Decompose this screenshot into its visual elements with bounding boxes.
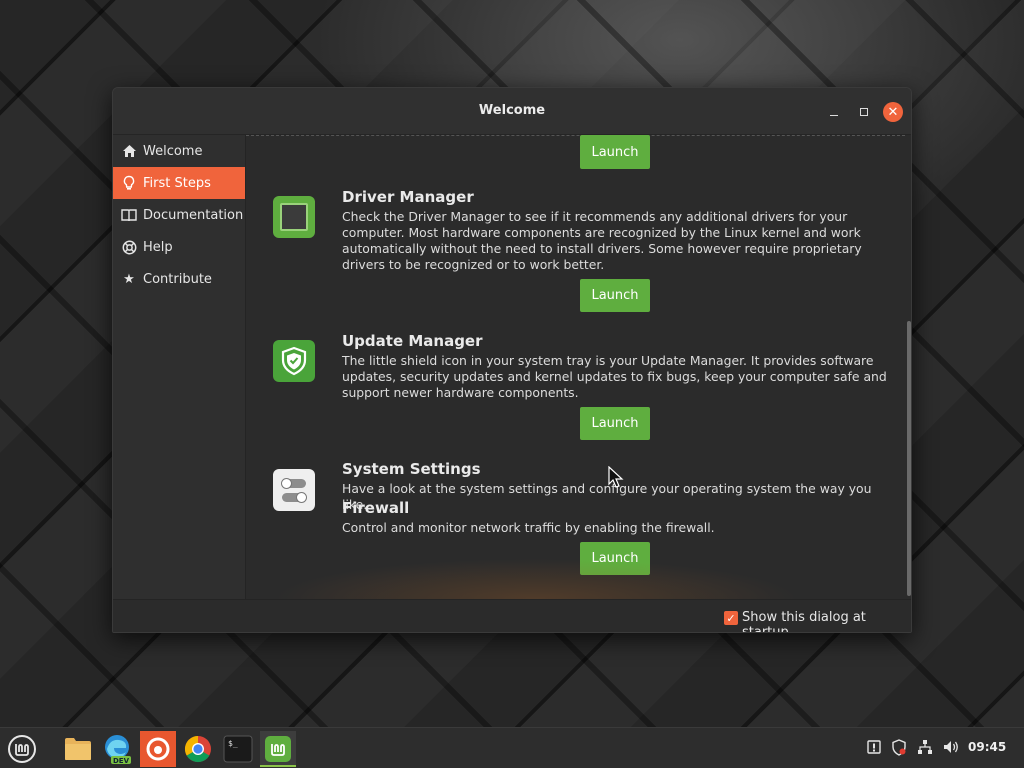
network-icon[interactable] bbox=[917, 739, 933, 759]
firefox-icon[interactable] bbox=[140, 731, 176, 767]
lightbulb-icon bbox=[121, 175, 137, 191]
sidebar-item-welcome[interactable]: Welcome bbox=[113, 135, 245, 167]
minimize-button[interactable] bbox=[824, 102, 844, 122]
svg-text:$_: $_ bbox=[228, 739, 238, 748]
dialog-footer: ✓ Show this dialog at startup bbox=[113, 599, 911, 632]
section-desc-firewall: Control and monitor network traffic by e… bbox=[342, 520, 715, 535]
edge-dev-icon[interactable]: DEV bbox=[100, 731, 136, 767]
section-title-update-manager: Update Manager bbox=[342, 332, 483, 350]
lifebuoy-icon bbox=[121, 239, 137, 255]
section-title-driver-manager: Driver Manager bbox=[342, 188, 474, 206]
system-settings-icon bbox=[273, 469, 315, 511]
sidebar-item-first-steps[interactable]: First Steps bbox=[113, 167, 245, 199]
sidebar-item-documentation[interactable]: Documentation bbox=[113, 199, 245, 231]
section-desc-update-manager: The little shield icon in your system tr… bbox=[342, 353, 887, 400]
svg-text:DEV: DEV bbox=[113, 757, 130, 765]
taskbar: DEV $_ 09:45 bbox=[0, 727, 1024, 768]
volume-icon[interactable] bbox=[942, 739, 960, 759]
sidebar-item-contribute[interactable]: ★ Contribute bbox=[113, 263, 245, 295]
terminal-icon[interactable]: $_ bbox=[220, 731, 256, 767]
close-icon: ✕ bbox=[887, 104, 899, 120]
sidebar: Welcome First Steps Documentation Help ★… bbox=[113, 135, 246, 599]
book-icon bbox=[121, 207, 137, 223]
close-button[interactable]: ✕ bbox=[883, 102, 903, 122]
mouse-pointer-icon bbox=[608, 465, 626, 492]
notifications-icon[interactable] bbox=[866, 739, 882, 759]
scroll-edge-divider bbox=[246, 135, 905, 136]
files-icon[interactable] bbox=[60, 731, 96, 767]
minimize-icon bbox=[830, 114, 838, 116]
clock[interactable]: 09:45 bbox=[968, 740, 1006, 754]
driver-manager-icon bbox=[273, 196, 315, 238]
welcome-app-icon[interactable] bbox=[260, 731, 296, 767]
maximize-button[interactable] bbox=[854, 102, 874, 122]
menu-icon[interactable] bbox=[4, 731, 40, 767]
sidebar-item-label: Welcome bbox=[143, 143, 203, 159]
sidebar-item-label: Contribute bbox=[143, 271, 212, 287]
launch-button-driver-manager[interactable]: Launch bbox=[580, 279, 650, 312]
maximize-icon bbox=[860, 108, 868, 116]
sidebar-item-label: First Steps bbox=[143, 175, 211, 191]
first-steps-content[interactable]: Launch Driver Manager Check the Driver M… bbox=[246, 135, 911, 599]
checkmark-icon: ✓ bbox=[726, 611, 736, 625]
section-title-system-settings: System Settings bbox=[342, 460, 481, 478]
sidebar-item-help[interactable]: Help bbox=[113, 231, 245, 263]
launch-button-firewall[interactable]: Launch bbox=[580, 542, 650, 575]
star-icon: ★ bbox=[123, 271, 135, 287]
home-icon bbox=[121, 143, 137, 159]
titlebar[interactable]: Welcome ✕ bbox=[113, 88, 911, 135]
launch-button-previous[interactable]: Launch bbox=[580, 135, 650, 169]
window-title: Welcome bbox=[478, 103, 546, 118]
chrome-icon[interactable] bbox=[180, 731, 216, 767]
welcome-window: Welcome ✕ Welcome First Steps Documentat… bbox=[112, 87, 912, 633]
section-title-firewall: Firewall bbox=[342, 499, 410, 517]
startup-checkbox[interactable]: ✓ bbox=[724, 611, 738, 625]
update-manager-icon bbox=[273, 340, 315, 382]
sidebar-item-label: Help bbox=[143, 239, 173, 255]
section-desc-driver-manager: Check the Driver Manager to see if it re… bbox=[342, 209, 862, 272]
update-shield-icon[interactable] bbox=[891, 739, 907, 760]
startup-checkbox-label[interactable]: Show this dialog at startup bbox=[742, 610, 911, 632]
sidebar-item-label: Documentation bbox=[143, 207, 244, 223]
launch-button-update-manager[interactable]: Launch bbox=[580, 407, 650, 440]
vertical-scrollbar[interactable] bbox=[907, 321, 911, 596]
